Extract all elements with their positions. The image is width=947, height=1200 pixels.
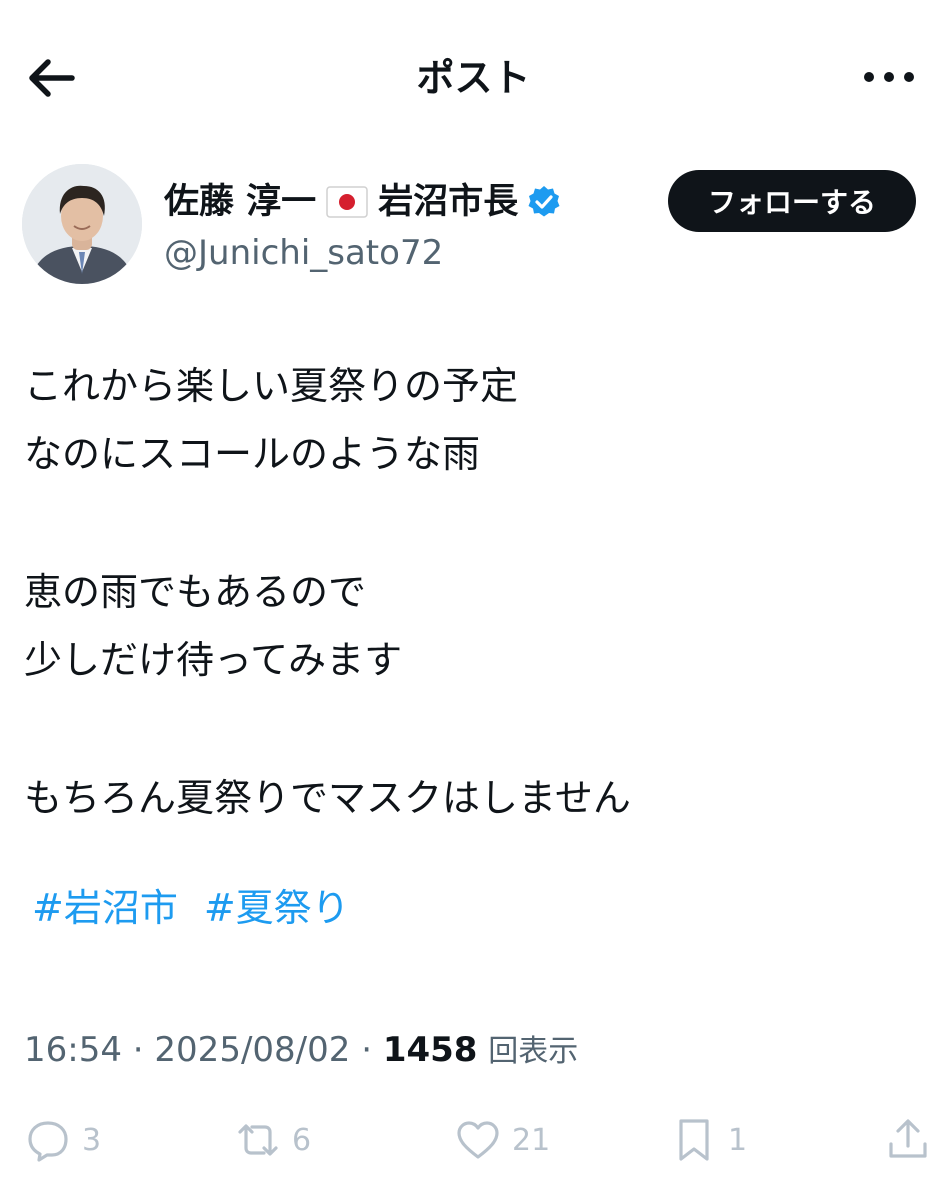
like-button[interactable]: 21 (454, 1114, 550, 1166)
reply-bubble-icon (28, 1121, 68, 1162)
avatar[interactable] (22, 164, 142, 284)
verified-badge-icon (528, 186, 560, 217)
action-bar: 3 6 21 1 (0, 1108, 947, 1172)
post-body: これから楽しい夏祭りの予定 なのにスコールのような雨 恵の雨でもあるので 少しだ… (24, 352, 924, 938)
share-icon (889, 1119, 927, 1158)
view-count: 1458 (382, 1030, 478, 1070)
reply-button[interactable]: 3 (24, 1114, 101, 1166)
hashtag-link[interactable]: #岩沼市 (32, 878, 178, 938)
author-name: 佐藤 淳一 (164, 182, 317, 222)
post-date[interactable]: 2025/08/02 (154, 1030, 350, 1070)
japan-flag-icon (326, 186, 368, 218)
post-text-line: 恵の雨でもあるので (24, 570, 367, 614)
post-meta: 16:54 · 2025/08/02 · 1458 回表示 (24, 1022, 578, 1080)
author-handle[interactable]: @Junichi_sato72 (164, 230, 443, 276)
profile-photo (22, 164, 142, 284)
post-text-line: もちろん夏祭りでマスクはしません (24, 776, 631, 820)
bookmark-count: 1 (728, 1122, 748, 1158)
post-text-line: 少しだけ待ってみます (24, 638, 403, 682)
hashtag-list: #岩沼市 #夏祭り (24, 878, 924, 938)
meta-separator: · (361, 1030, 383, 1070)
post-text-line: なのにスコールのような雨 (24, 432, 481, 476)
bookmark-icon (679, 1119, 709, 1161)
top-navigation-bar: ポスト (0, 0, 947, 150)
view-count-label: 回表示 (488, 1034, 579, 1069)
post-time[interactable]: 16:54 (24, 1030, 122, 1070)
author-title: 岩沼市長 (378, 182, 519, 222)
heart-icon (457, 1121, 499, 1159)
meta-separator: · (132, 1030, 155, 1070)
reply-count: 3 (82, 1122, 102, 1158)
like-count: 21 (512, 1122, 551, 1158)
bookmark-button[interactable]: 1 (670, 1114, 747, 1166)
more-options-button[interactable] (861, 54, 917, 100)
post-text-line: これから楽しい夏祭りの予定 (24, 364, 519, 408)
repost-count: 6 (292, 1122, 312, 1158)
author-name-row[interactable]: 佐藤 淳一 岩沼市長 (164, 178, 562, 226)
page-title: ポスト (416, 56, 531, 100)
more-dots-icon (864, 72, 914, 82)
hashtag-link[interactable]: #夏祭り (204, 878, 350, 938)
follow-button[interactable]: フォローする (668, 170, 916, 232)
repost-button[interactable]: 6 (234, 1114, 311, 1166)
share-button[interactable] (884, 1114, 932, 1166)
repost-icon (238, 1124, 278, 1156)
